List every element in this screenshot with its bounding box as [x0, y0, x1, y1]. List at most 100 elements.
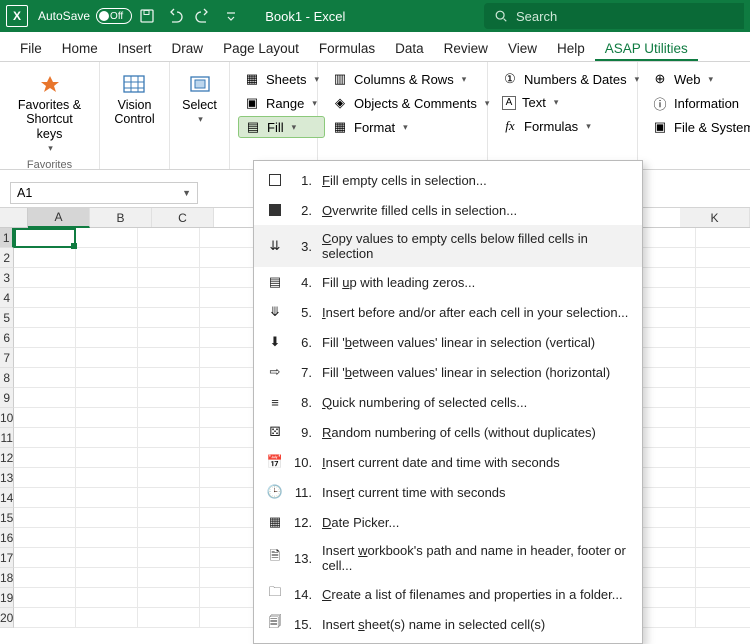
sheets-button[interactable]: ▦Sheets▾ — [238, 68, 325, 90]
cell[interactable] — [14, 508, 76, 528]
cell[interactable] — [138, 568, 200, 588]
cell[interactable] — [634, 588, 696, 608]
cell[interactable] — [696, 228, 750, 248]
web-button[interactable]: ⊕Web▾ — [646, 68, 750, 90]
autosave-toggle[interactable]: AutoSave Off — [38, 8, 123, 24]
cell[interactable] — [14, 288, 76, 308]
row-header[interactable]: 7 — [0, 348, 14, 368]
cell[interactable] — [14, 368, 76, 388]
cell[interactable] — [14, 468, 76, 488]
cell[interactable] — [696, 608, 750, 628]
cell[interactable] — [14, 568, 76, 588]
format-button[interactable]: ▦Format▾ — [326, 116, 495, 138]
cell[interactable] — [696, 468, 750, 488]
column-header[interactable]: B — [90, 208, 152, 227]
cell[interactable] — [14, 388, 76, 408]
menu-item-14[interactable]: 🗀14.Create a list of filenames and prope… — [254, 579, 642, 609]
cell[interactable] — [138, 228, 200, 248]
vision-control-button[interactable]: VisionControl — [108, 68, 160, 131]
cell[interactable] — [634, 448, 696, 468]
cell[interactable] — [138, 528, 200, 548]
menu-item-6[interactable]: ⬇6.Fill 'between values' linear in selec… — [254, 327, 642, 357]
cell[interactable] — [634, 248, 696, 268]
cell[interactable] — [76, 608, 138, 628]
row-header[interactable]: 15 — [0, 508, 14, 528]
cell[interactable] — [76, 588, 138, 608]
cell[interactable] — [76, 408, 138, 428]
objects-comments-button[interactable]: ◈Objects & Comments▾ — [326, 92, 495, 114]
row-header[interactable]: 6 — [0, 328, 14, 348]
qat-dropdown-icon[interactable] — [221, 6, 241, 26]
cell[interactable] — [138, 348, 200, 368]
cell[interactable] — [76, 548, 138, 568]
cell[interactable] — [138, 468, 200, 488]
row-header[interactable]: 11 — [0, 428, 14, 448]
cell[interactable] — [76, 568, 138, 588]
file-system-button[interactable]: ▣File & System — [646, 116, 750, 138]
row-header[interactable]: 4 — [0, 288, 14, 308]
cell[interactable] — [634, 408, 696, 428]
tab-help[interactable]: Help — [547, 35, 595, 61]
cell[interactable] — [138, 268, 200, 288]
menu-item-10[interactable]: 📅10.Insert current date and time with se… — [254, 447, 642, 477]
row-header[interactable]: 5 — [0, 308, 14, 328]
cell[interactable] — [138, 328, 200, 348]
cell[interactable] — [138, 248, 200, 268]
cell[interactable] — [696, 528, 750, 548]
cell[interactable] — [696, 488, 750, 508]
cell[interactable] — [76, 488, 138, 508]
cell[interactable] — [76, 268, 138, 288]
numbers-dates-button[interactable]: ①Numbers & Dates▾ — [496, 68, 645, 90]
cell[interactable] — [14, 248, 76, 268]
cell[interactable] — [696, 268, 750, 288]
cell[interactable] — [14, 328, 76, 348]
column-header[interactable]: C — [152, 208, 214, 227]
cell[interactable] — [138, 588, 200, 608]
cell[interactable] — [76, 308, 138, 328]
cell[interactable] — [76, 388, 138, 408]
column-header[interactable]: A — [28, 208, 90, 228]
cell[interactable] — [634, 428, 696, 448]
tab-view[interactable]: View — [498, 35, 547, 61]
cell[interactable] — [696, 388, 750, 408]
cell[interactable] — [138, 408, 200, 428]
tab-draw[interactable]: Draw — [162, 35, 214, 61]
cell[interactable] — [696, 288, 750, 308]
menu-item-7[interactable]: ⇨7.Fill 'between values' linear in selec… — [254, 357, 642, 387]
cell[interactable] — [14, 528, 76, 548]
menu-item-1[interactable]: 1.Fill empty cells in selection... — [254, 165, 642, 195]
cell[interactable] — [634, 288, 696, 308]
row-header[interactable]: 1 — [0, 228, 14, 248]
row-header[interactable]: 12 — [0, 448, 14, 468]
row-header[interactable]: 16 — [0, 528, 14, 548]
cell[interactable] — [634, 608, 696, 628]
cell[interactable] — [634, 548, 696, 568]
name-box[interactable]: A1 ▼ — [10, 182, 198, 204]
cell[interactable] — [138, 488, 200, 508]
cell[interactable] — [14, 448, 76, 468]
menu-item-9[interactable]: ⚄9.Random numbering of cells (without du… — [254, 417, 642, 447]
cell[interactable] — [14, 348, 76, 368]
cell[interactable] — [634, 348, 696, 368]
cell[interactable] — [14, 608, 76, 628]
cell[interactable] — [76, 288, 138, 308]
cell[interactable] — [634, 228, 696, 248]
cell[interactable] — [76, 448, 138, 468]
tab-formulas[interactable]: Formulas — [309, 35, 385, 61]
tab-page-layout[interactable]: Page Layout — [213, 35, 309, 61]
cell[interactable] — [634, 468, 696, 488]
cell[interactable] — [76, 468, 138, 488]
cell[interactable] — [14, 228, 76, 248]
tab-home[interactable]: Home — [52, 35, 108, 61]
row-header[interactable]: 19 — [0, 588, 14, 608]
cell[interactable] — [634, 488, 696, 508]
menu-item-4[interactable]: ▤4.Fill up with leading zeros... — [254, 267, 642, 297]
columns-rows-button[interactable]: ▥Columns & Rows▾ — [326, 68, 495, 90]
tab-insert[interactable]: Insert — [108, 35, 162, 61]
row-header[interactable]: 2 — [0, 248, 14, 268]
save-icon[interactable] — [137, 6, 157, 26]
cell[interactable] — [634, 328, 696, 348]
cell[interactable] — [138, 508, 200, 528]
cell[interactable] — [76, 228, 138, 248]
cell[interactable] — [14, 488, 76, 508]
